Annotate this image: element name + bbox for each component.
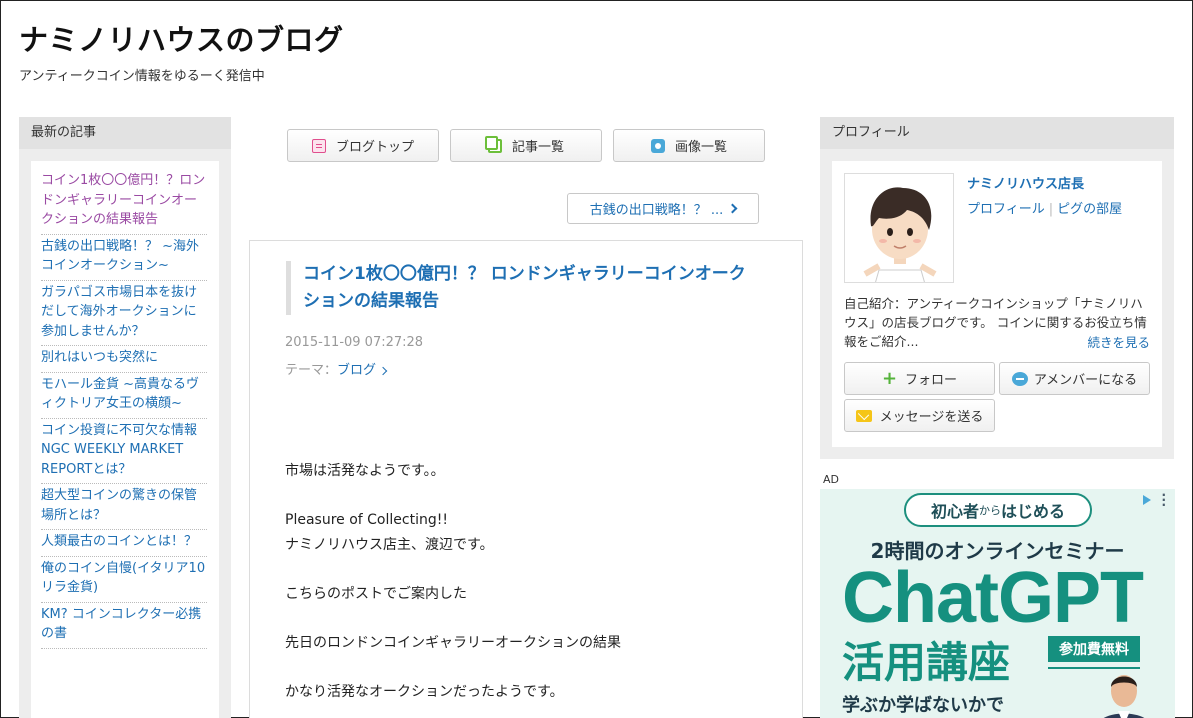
previous-article-label: 古銭の出口戦略！？ ... <box>589 203 724 218</box>
profile-link[interactable]: プロフィール <box>967 202 1045 217</box>
article: コイン1枚〇〇億円！？ ロンドンギャラリーコインオークションの結果報告 2015… <box>249 240 803 718</box>
latest-article-link[interactable]: ガラパゴス市場日本を抜けだして海外オークションに参加しませんか？ <box>41 281 207 346</box>
article-line: 市場は活発なようです。。 <box>285 463 445 479</box>
pig-room-link[interactable]: ピグの部屋 <box>1057 202 1122 217</box>
image-list-label: 画像一覧 <box>674 140 727 155</box>
latest-article-link[interactable]: コイン1枚〇〇億円！？ロンドンギャラリーコインオークションの結果報告 <box>41 169 207 235</box>
latest-article-link[interactable]: コイン投資に不可欠な情報 NGC WEEKLY MARKET REPORTとは？ <box>41 419 207 484</box>
latest-articles-list: コイン1枚〇〇億円！？ロンドンギャラリーコインオークションの結果報告 古銭の出口戦… <box>31 161 219 718</box>
article-date: 2015-11-09 07:27:28 <box>285 335 424 350</box>
ad-pill: 初心者 から はじめる <box>904 493 1092 527</box>
ad-person-photo <box>1103 675 1145 718</box>
theme-label: テーマ： <box>285 363 338 378</box>
chevron-right-icon <box>378 366 388 376</box>
read-more-link[interactable]: 続きを見る <box>1087 332 1150 351</box>
latest-article-link[interactable]: 別れはいつも突然に <box>41 346 207 373</box>
article-line: 先日のロンドンコインギャラリーオークションの結果 <box>285 634 621 651</box>
amember-label: アメンバーになる <box>1033 373 1138 388</box>
ad-banner[interactable]: 初心者 から はじめる · · · 2時間のオンラインセミナー ChatGPT 活用講座… <box>820 489 1175 718</box>
article-theme: テーマ：ブログ <box>285 359 388 378</box>
blog-title[interactable]: ナミノリハウスのブログ <box>19 17 344 59</box>
amember-icon <box>1011 371 1028 386</box>
ad-free-badge: 参加費無料 <box>1048 636 1140 662</box>
theme-value: ブログ <box>337 363 377 378</box>
blog-top-label: ブログトップ <box>335 140 414 155</box>
profile-sidebar: プロフィール ナミノリハウス店長 プロフィール | ピグの部屋 自己紹介：アンティー… <box>820 117 1174 459</box>
latest-articles-heading: 最新の記事 <box>19 117 231 149</box>
latest-article-link[interactable]: 古銭の出口戦略！？ ~海外コインオークション~ <box>41 235 207 281</box>
plus-icon: + <box>881 367 898 389</box>
previous-article-link[interactable]: 古銭の出口戦略！？ ... <box>567 193 759 224</box>
profile-heading: プロフィール <box>820 117 1174 149</box>
article-line: こちらのポストでご案内した <box>285 585 467 602</box>
latest-articles-sidebar: 最新の記事 コイン1枚〇〇億円！？ロンドンギャラリーコインオークションの結果報告… <box>19 117 231 718</box>
article-line: Pleasure of Collecting!! <box>285 512 448 528</box>
image-list-button[interactable]: 画像一覧 <box>613 129 765 162</box>
ad-label: AD <box>823 473 839 486</box>
ad-pill-b: から <box>979 504 1001 517</box>
profile-box: ナミノリハウス店長 プロフィール | ピグの部屋 自己紹介：アンティークコインショッ… <box>832 161 1162 447</box>
more-options-icon[interactable]: · · · <box>1161 489 1166 511</box>
follow-button[interactable]: + フォロー <box>844 362 995 395</box>
send-message-label: メッセージを送る <box>879 410 984 425</box>
article-line: ナミノリハウス店主、渡辺です。 <box>285 536 494 553</box>
separator: | <box>1048 202 1054 217</box>
ad-pill-a: 初心者 <box>930 502 979 521</box>
send-message-button[interactable]: メッセージを送る <box>844 399 995 432</box>
article-body: 市場は活発なようです。。 Pleasure of Collecting!! ナミノリ… <box>285 459 775 704</box>
latest-article-link[interactable]: 人類最古のコインとは！？ <box>41 530 207 557</box>
article-list-icon <box>484 135 502 153</box>
latest-article-link[interactable]: モハール金貨 ~高貴なるヴィクトリア女王の横顔~ <box>41 373 207 419</box>
article-title[interactable]: コイン1枚〇〇億円！？ ロンドンギャラリーコインオークションの結果報告 <box>286 261 756 315</box>
blog-top-icon <box>311 138 326 153</box>
latest-article-link[interactable]: 超大型コインの驚きの保管場所とは？ <box>41 484 207 530</box>
latest-article-link[interactable]: 俺のコイン自慢(イタリア10リラ金貨) <box>41 557 207 603</box>
blog-top-button[interactable]: ブログトップ <box>287 129 439 162</box>
article-list-button[interactable]: 記事一覧 <box>450 129 602 162</box>
theme-link[interactable]: ブログ <box>337 363 388 378</box>
follow-label: フォロー <box>905 373 958 388</box>
article-list-label: 記事一覧 <box>511 140 564 155</box>
camera-icon <box>650 138 665 153</box>
latest-article-link[interactable]: KM? コインコレクター必携の書 <box>41 603 207 649</box>
avatar[interactable] <box>844 173 954 283</box>
profile-name[interactable]: ナミノリハウス店長 <box>967 173 1084 192</box>
ad-choices-icon[interactable] <box>1143 495 1153 505</box>
ad-headline: ChatGPT <box>842 558 1144 638</box>
blog-description: アンティークコイン情報をゆるーく発信中 <box>19 69 265 84</box>
mail-icon <box>855 409 872 422</box>
chevron-right-icon <box>727 203 738 214</box>
ad-course: 活用講座 <box>842 638 1011 687</box>
profile-links: プロフィール | ピグの部屋 <box>967 198 1122 217</box>
amember-button[interactable]: アメンバーになる <box>999 362 1150 395</box>
ad-pill-c: はじめる <box>1001 502 1066 521</box>
article-line: かなり活発なオークションだったようです。 <box>285 683 564 700</box>
ad-bottom-text: 学ぶか学ばないかで <box>842 695 1004 716</box>
